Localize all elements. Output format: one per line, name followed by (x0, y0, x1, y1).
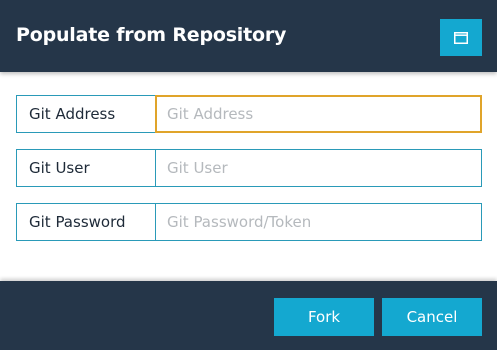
cancel-button[interactable]: Cancel (382, 298, 482, 336)
git-password-row: Git Password (16, 203, 482, 241)
git-user-input[interactable] (155, 149, 482, 187)
window-maximize-icon (454, 31, 468, 44)
fork-button[interactable]: Fork (274, 298, 374, 336)
populate-repository-dialog: Populate from Repository Git Address Git… (0, 0, 497, 350)
dialog-footer: Fork Cancel (0, 281, 497, 350)
dialog-header: Populate from Repository (0, 0, 497, 72)
git-address-input[interactable] (155, 95, 482, 133)
git-address-label: Git Address (16, 95, 156, 133)
git-address-row: Git Address (16, 95, 482, 133)
maximize-button[interactable] (440, 19, 482, 56)
git-password-label: Git Password (16, 203, 156, 241)
git-user-row: Git User (16, 149, 482, 187)
dialog-title: Populate from Repository (16, 24, 287, 46)
git-user-label: Git User (16, 149, 156, 187)
git-password-input[interactable] (155, 203, 482, 241)
